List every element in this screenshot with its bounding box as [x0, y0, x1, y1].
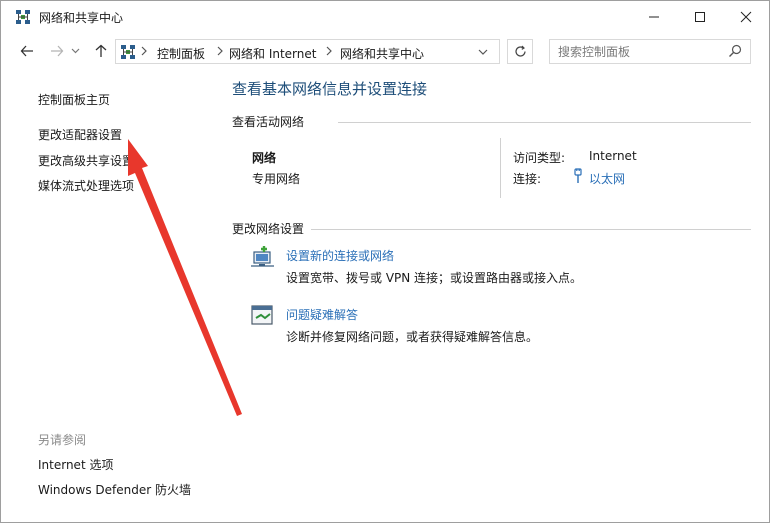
window: 网络和共享中心 控制面板 网络和 Internet 网络和共享中心 搜索控制面板…: [0, 0, 770, 523]
annotation-arrow: [128, 139, 242, 416]
